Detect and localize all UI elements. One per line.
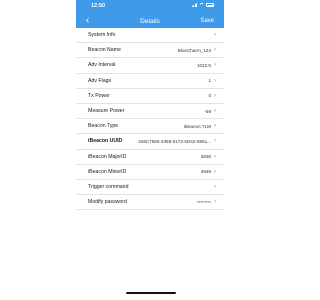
list-item-adv-flags[interactable]: Adv Flags 1 › <box>76 74 224 89</box>
list-item-ibeacon-uuid[interactable]: iBeacon UUID 426C7565-4368-6172-6D42-6561… <box>76 134 224 150</box>
list-item-label: Modify password <box>88 199 127 206</box>
list-item-label: Trigger command <box>88 183 129 190</box>
home-indicator <box>126 292 176 294</box>
list-item-value: 3838 <box>200 154 211 160</box>
list-item-value: 0 <box>208 93 211 99</box>
chevron-right-icon: › <box>214 123 216 130</box>
signal-icon <box>191 3 197 7</box>
top-bar: 12:50 ‹ Details Save <box>76 0 224 28</box>
wifi-icon <box>199 3 204 7</box>
list-item-value: -59 <box>204 108 211 114</box>
list-item-modify-password[interactable]: Modify password ******** › <box>76 195 224 211</box>
chevron-right-icon: › <box>214 62 216 69</box>
list-item-value: ******** <box>196 199 211 205</box>
chevron-right-icon: › <box>214 77 216 84</box>
list-item-value: 1 <box>208 78 211 84</box>
list-item-system-info[interactable]: System Info › <box>76 28 224 44</box>
list-item-value: iBeacon,TLM <box>183 123 211 129</box>
list-item-value: BlueCharm_124 <box>177 47 211 53</box>
chevron-right-icon: › <box>214 92 216 99</box>
list-item-label: Beacon Name <box>88 47 121 54</box>
status-bar: 12:50 <box>76 0 224 12</box>
phone-screen: 12:50 ‹ Details Save System Info › Beacon … <box>76 0 224 300</box>
list-item-value: 1022.5 <box>196 62 211 68</box>
chevron-right-icon: › <box>214 183 216 190</box>
list-item-ibeacon-minorid[interactable]: iBeacon MinorID 4949 › <box>76 165 224 180</box>
list-item-value: 4949 <box>200 169 211 175</box>
save-button[interactable]: Save <box>200 18 214 24</box>
settings-list: System Info › Beacon Name BlueCharm_124 › Adv… <box>76 28 224 211</box>
battery-icon <box>206 3 214 7</box>
chevron-right-icon: › <box>214 47 216 54</box>
chevron-right-icon: › <box>214 138 216 145</box>
chevron-right-icon: › <box>214 199 216 206</box>
list-item-label: iBeacon MinorID <box>88 168 127 175</box>
list-item-label: Adv Flags <box>88 77 112 84</box>
list-item-ibeacon-majorid[interactable]: iBeacon MajorID 3838 › <box>76 150 224 165</box>
list-item-adv-interval[interactable]: Adv Interval 1022.5 › <box>76 58 224 74</box>
chevron-right-icon: › <box>214 168 216 175</box>
list-item-label: Measure Power <box>88 108 125 115</box>
list-item-measure-power[interactable]: Measure Power -59 › <box>76 104 224 120</box>
list-item-label: Adv Interval <box>88 62 116 69</box>
list-item-label: System Info <box>88 32 116 39</box>
status-icons <box>191 3 214 7</box>
list-item-tx-power[interactable]: Tx Power 0 › <box>76 89 224 104</box>
list-item-beacon-name[interactable]: Beacon Name BlueCharm_124 › <box>76 43 224 59</box>
list-item-label: Tx Power <box>88 92 110 99</box>
status-time: 12:50 <box>91 3 106 9</box>
list-item-label: iBeacon UUID <box>88 138 123 145</box>
list-item-value: 426C7565-4368-6172-6D42-6561... <box>138 138 211 144</box>
list-item-trigger-command[interactable]: Trigger command › <box>76 180 224 196</box>
list-item-beacon-type[interactable]: Beacon Type iBeacon,TLM › <box>76 119 224 135</box>
chevron-right-icon: › <box>214 32 216 39</box>
list-item-label: Beacon Type <box>88 123 119 130</box>
list-item-label: iBeacon MajorID <box>88 153 127 160</box>
chevron-right-icon: › <box>214 153 216 160</box>
chevron-right-icon: › <box>214 108 216 115</box>
nav-bar: ‹ Details Save <box>76 14 224 28</box>
